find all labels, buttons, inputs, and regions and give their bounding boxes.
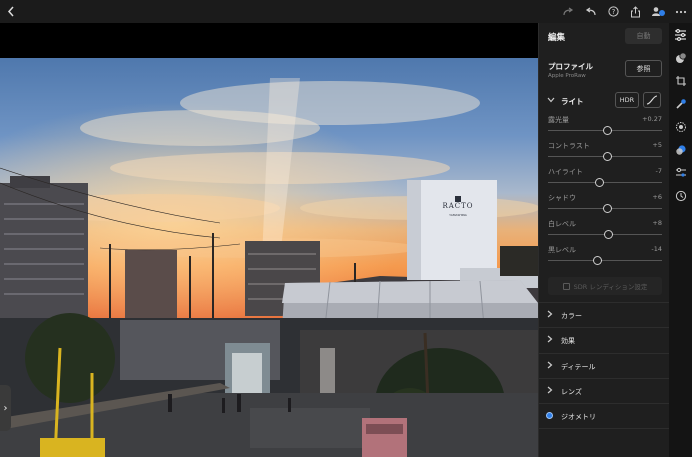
- geometry-active-icon: [546, 412, 553, 419]
- profile-value: Apple ProRaw: [548, 73, 586, 79]
- sdr-rendition-button[interactable]: SDR レンディション設定: [548, 277, 662, 295]
- people-icon[interactable]: [650, 3, 666, 20]
- adjust-icon[interactable]: [672, 164, 689, 181]
- history-icon[interactable]: [672, 187, 689, 204]
- section-label: 効果: [561, 337, 575, 345]
- slider-value: -14: [651, 245, 662, 253]
- browse-profile-button[interactable]: 参照: [625, 60, 662, 77]
- slider-thumb[interactable]: [602, 204, 612, 213]
- more-icon[interactable]: [674, 3, 688, 20]
- slider-row[interactable]: シャドウ +6: [548, 193, 662, 217]
- section-detail[interactable]: ディテール: [539, 353, 669, 378]
- chevron-down-icon: [547, 96, 555, 105]
- slider-label: シャドウ: [548, 194, 576, 202]
- light-section-header[interactable]: ライト HDR: [539, 91, 669, 111]
- edit-panel: 編集 自動 プロファイル Apple ProRaw 参照 ライト HDR 露光量…: [538, 23, 669, 457]
- curve-button[interactable]: [643, 92, 661, 108]
- photo-image[interactable]: RACTO YAMASHINA: [0, 58, 538, 457]
- photo-canvas[interactable]: RACTO YAMASHINA ›: [0, 23, 538, 457]
- slider-value: +5: [652, 141, 662, 149]
- hdr-button[interactable]: HDR: [615, 92, 639, 108]
- slider-thumb[interactable]: [594, 178, 604, 187]
- chevron-right-icon: [547, 386, 553, 396]
- crop-icon[interactable]: [672, 72, 689, 89]
- sdr-rendition-label: SDR レンディション設定: [573, 283, 648, 291]
- profile-label: プロファイル: [548, 62, 593, 71]
- presets-icon[interactable]: [672, 49, 689, 66]
- color-mix-icon[interactable]: [672, 141, 689, 158]
- svg-text:?: ?: [611, 8, 615, 16]
- light-section-title: ライト: [561, 97, 584, 106]
- redo-icon[interactable]: [561, 3, 575, 20]
- curve-icon: [646, 95, 658, 105]
- slider-row[interactable]: ハイライト -7: [548, 167, 662, 191]
- section-effects[interactable]: 効果: [539, 327, 669, 352]
- slider-row[interactable]: 黒レベル -14: [548, 245, 662, 269]
- chevron-left-icon[interactable]: [5, 3, 17, 20]
- panel-title: 編集: [548, 33, 566, 43]
- section-lens[interactable]: レンズ: [539, 378, 669, 403]
- slider-track[interactable]: [548, 260, 662, 261]
- slider-value: +6: [652, 193, 662, 201]
- section-label: レンズ: [561, 388, 582, 396]
- masking-icon[interactable]: [672, 118, 689, 135]
- slider-label: コントラスト: [548, 142, 590, 150]
- tool-rail: [669, 23, 692, 457]
- slider-value: +0.27: [642, 115, 662, 123]
- sdr-icon: [562, 282, 570, 290]
- section-label: ジオメトリ: [561, 413, 596, 421]
- section-divider: [539, 428, 669, 429]
- top-bar: ?: [0, 0, 692, 23]
- chevron-right-icon: [547, 361, 553, 371]
- slider-label: 黒レベル: [548, 246, 576, 254]
- slider-thumb[interactable]: [602, 126, 612, 135]
- share-icon[interactable]: [628, 3, 642, 20]
- slider-thumb[interactable]: [603, 230, 613, 239]
- auto-button[interactable]: 自動: [625, 28, 662, 44]
- sign-subtext: YAMASHINA: [449, 213, 468, 217]
- chevron-right-icon: [547, 335, 553, 345]
- edit-sliders-icon[interactable]: [672, 26, 689, 43]
- slider-row[interactable]: 露光量 +0.27: [548, 115, 662, 139]
- slider-track[interactable]: [548, 182, 662, 183]
- healing-icon[interactable]: [672, 95, 689, 112]
- sign-text: RACTO: [442, 202, 473, 210]
- slider-label: 露光量: [548, 116, 569, 124]
- slider-label: ハイライト: [548, 168, 583, 176]
- collapse-panel-tab[interactable]: ›: [0, 385, 11, 431]
- chevron-right-icon: [547, 310, 553, 320]
- slider-value: +8: [652, 219, 662, 227]
- slider-thumb[interactable]: [602, 152, 612, 161]
- chevron-right-icon: ›: [3, 402, 8, 414]
- section-geometry[interactable]: ジオメトリ: [539, 403, 669, 428]
- section-label: ディテール: [561, 363, 596, 371]
- section-color[interactable]: カラー: [539, 302, 669, 327]
- help-icon[interactable]: ?: [606, 3, 620, 20]
- slider-label: 白レベル: [548, 220, 576, 228]
- slider-thumb[interactable]: [592, 256, 602, 265]
- undo-icon[interactable]: [584, 3, 598, 20]
- section-label: カラー: [561, 312, 582, 320]
- slider-row[interactable]: 白レベル +8: [548, 219, 662, 243]
- slider-value: -7: [655, 167, 662, 175]
- slider-row[interactable]: コントラスト +5: [548, 141, 662, 165]
